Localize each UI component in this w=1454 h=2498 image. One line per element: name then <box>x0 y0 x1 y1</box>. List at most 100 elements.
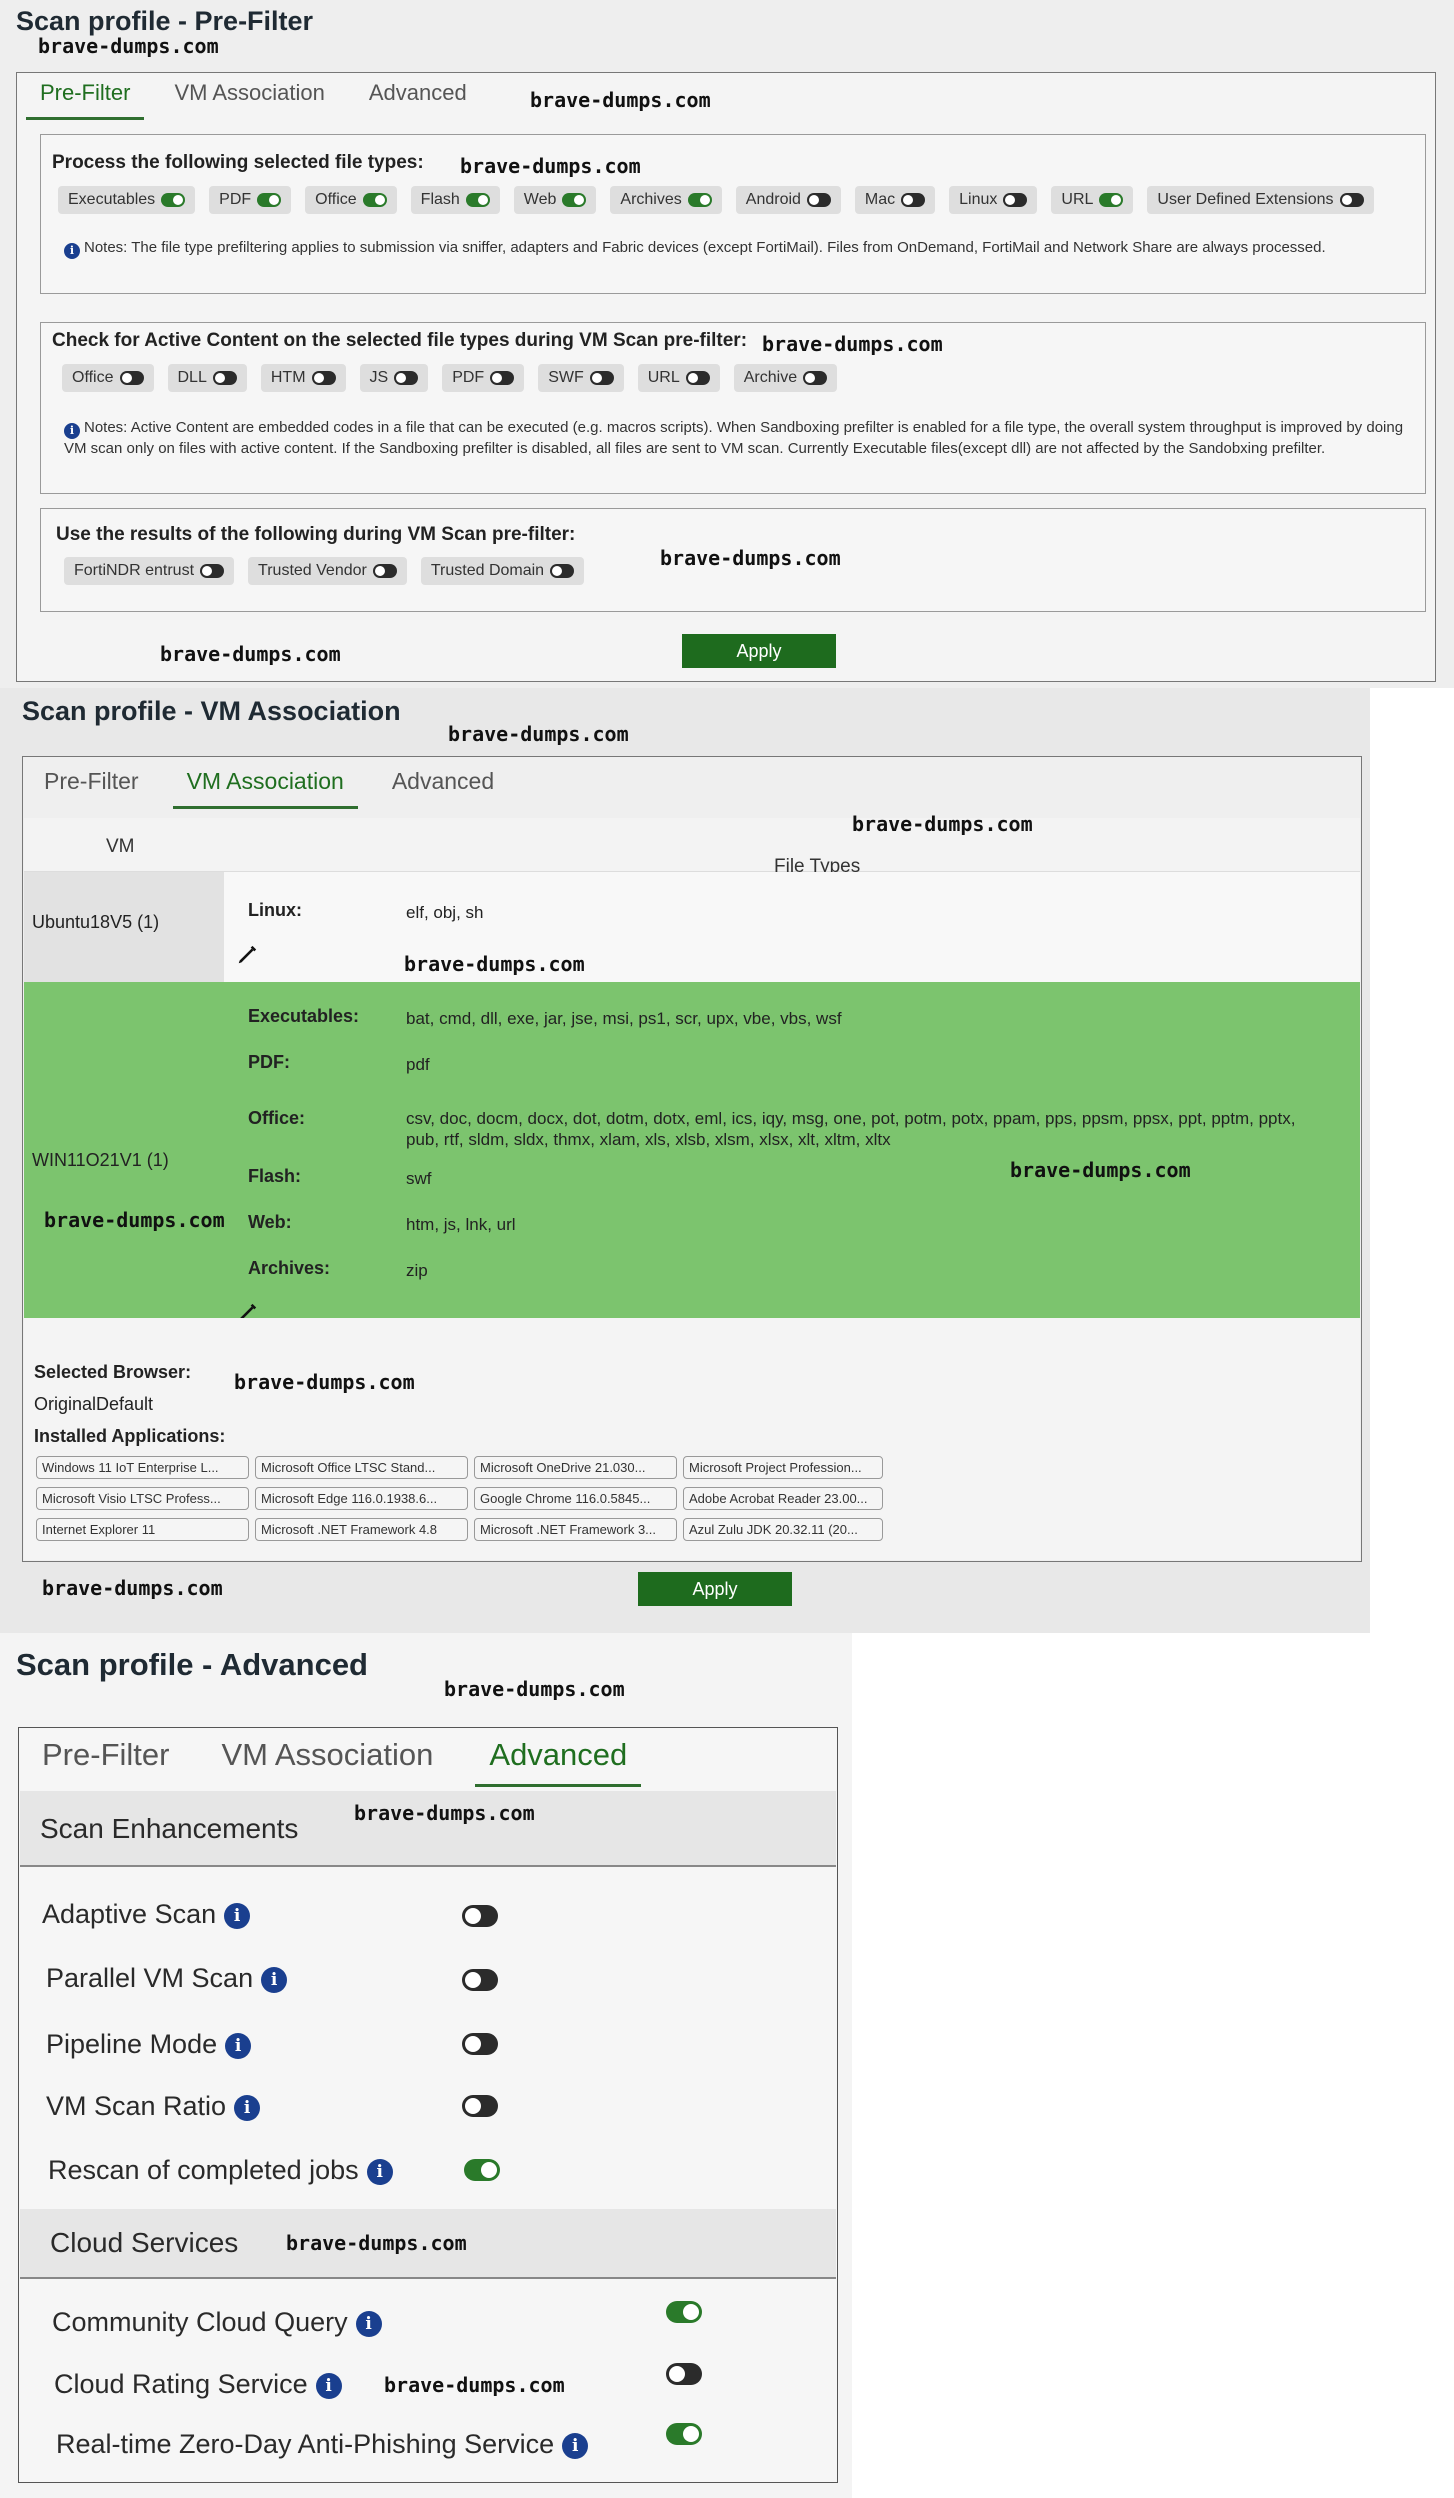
installed-app-item: Google Chrome 116.0.5845... <box>474 1487 677 1510</box>
toggle-office[interactable]: Office <box>62 364 154 392</box>
toggle-linux[interactable]: Linux <box>949 186 1038 214</box>
toggle-switch-icon[interactable] <box>362 193 387 207</box>
watermark: brave-dumps.com <box>852 812 1033 836</box>
toggle-fortindr-entrust[interactable]: FortiNDR entrust <box>64 557 235 585</box>
vm-table-header <box>24 818 1360 872</box>
adaptive-scan-label: Adaptive Scan i <box>42 1899 251 1930</box>
apply-button[interactable]: Apply <box>682 634 836 668</box>
adaptive-scan-toggle[interactable] <box>462 1905 498 1927</box>
tab-advanced[interactable]: Advanced <box>392 768 494 795</box>
toggle-flash[interactable]: Flash <box>410 186 500 214</box>
tab-vm-association[interactable]: VM Association <box>174 80 324 106</box>
watermark: brave-dumps.com <box>444 1677 625 1701</box>
toggle-switch-icon[interactable] <box>1099 193 1124 207</box>
toggle-mac[interactable]: Mac <box>854 186 936 214</box>
cloud-rating-service-toggle[interactable] <box>666 2363 702 2385</box>
toggle-switch-icon[interactable] <box>212 371 237 385</box>
watermark: brave-dumps.com <box>448 722 629 746</box>
apply-button[interactable]: Apply <box>638 1572 792 1606</box>
toggle-archive[interactable]: Archive <box>733 364 838 392</box>
tab-pre-filter[interactable]: Pre-Filter <box>25 80 145 120</box>
toggle-label: Archive <box>743 369 798 386</box>
toggle-switch-icon[interactable] <box>394 371 419 385</box>
toggle-executables[interactable]: Executables <box>58 186 196 214</box>
toggle-switch-icon[interactable] <box>685 371 710 385</box>
rescan-completed-jobs-toggle[interactable] <box>464 2159 500 2181</box>
toggle-url[interactable]: URL <box>637 364 720 392</box>
toggle-web[interactable]: Web <box>513 186 597 214</box>
toggle-switch-icon[interactable] <box>490 371 515 385</box>
toggle-switch-icon[interactable] <box>1003 193 1028 207</box>
toggle-switch-icon[interactable] <box>465 193 490 207</box>
community-cloud-query-toggle[interactable] <box>666 2301 702 2323</box>
vm-column-header: VM <box>106 836 135 857</box>
toggle-swf[interactable]: SWF <box>538 364 624 392</box>
file-type-label: Archives: <box>248 1258 331 1278</box>
toggle-htm[interactable]: HTM <box>260 364 346 392</box>
toggle-switch-icon[interactable] <box>119 371 144 385</box>
tab-vm-association[interactable]: VM Association <box>221 1737 433 1773</box>
toggle-switch-icon[interactable] <box>161 193 186 207</box>
watermark: brave-dumps.com <box>530 88 711 112</box>
vm-results-title: Use the results of the following during … <box>56 524 576 545</box>
info-icon: i <box>64 422 80 439</box>
info-icon[interactable]: i <box>261 1967 288 1993</box>
info-icon[interactable]: i <box>355 2311 382 2337</box>
toggle-js[interactable]: JS <box>359 364 429 392</box>
toggle-archives[interactable]: Archives <box>610 186 722 214</box>
toggle-switch-icon[interactable] <box>589 371 614 385</box>
installed-app-item: Azul Zulu JDK 20.32.11 (20... <box>683 1518 883 1541</box>
tab-advanced[interactable]: Advanced <box>369 80 467 106</box>
tab-pre-filter[interactable]: Pre-Filter <box>44 768 139 795</box>
toggle-user-defined-extensions[interactable]: User Defined Extensions <box>1147 186 1374 214</box>
watermark: brave-dumps.com <box>42 1576 223 1600</box>
parallel-vm-scan-toggle[interactable] <box>462 1969 498 1991</box>
pipeline-mode-toggle[interactable] <box>462 2033 498 2055</box>
info-icon[interactable]: i <box>366 2159 393 2185</box>
toggle-switch-icon[interactable] <box>200 564 225 578</box>
toggle-switch-icon[interactable] <box>806 193 831 207</box>
info-icon[interactable]: i <box>315 2373 342 2399</box>
file-type-value: csv, doc, docm, docx, dot, dotm, dotx, e… <box>406 1109 1296 1149</box>
toggle-label: Executables <box>68 191 156 208</box>
toggle-switch-icon[interactable] <box>687 193 712 207</box>
watermark: brave-dumps.com <box>44 1208 225 1232</box>
toggle-switch-icon[interactable] <box>257 193 282 207</box>
file-types-note: i Notes: The file type prefiltering appli… <box>64 238 1404 259</box>
watermark: brave-dumps.com <box>404 952 585 976</box>
toggle-dll[interactable]: DLL <box>167 364 247 392</box>
info-icon[interactable]: i <box>224 1903 251 1929</box>
file-types-note-text: Notes: The file type prefiltering applie… <box>84 239 1326 256</box>
zero-day-anti-phishing-label: Real-time Zero-Day Anti-Phishing Service… <box>56 2429 589 2460</box>
toggle-pdf[interactable]: PDF <box>209 186 292 214</box>
vm-scan-ratio-toggle[interactable] <box>462 2095 498 2117</box>
toggle-switch-icon[interactable] <box>562 193 587 207</box>
toggle-url[interactable]: URL <box>1051 186 1134 214</box>
vm-results-toggles: FortiNDR entrust Trusted Vendor Trusted Do… <box>64 557 585 585</box>
toggle-trusted-domain[interactable]: Trusted Domain <box>420 557 585 585</box>
toggle-label: PDF <box>452 369 485 386</box>
toggle-switch-icon[interactable] <box>372 564 397 578</box>
toggle-switch-icon[interactable] <box>803 371 828 385</box>
toggle-trusted-vendor[interactable]: Trusted Vendor <box>248 557 407 585</box>
toggle-switch-icon[interactable] <box>901 193 926 207</box>
toggle-switch-icon[interactable] <box>1339 193 1364 207</box>
toggle-switch-icon[interactable] <box>550 564 575 578</box>
tab-advanced[interactable]: Advanced <box>475 1737 642 1787</box>
active-content-note: i Notes: Active Content are embedded code… <box>64 418 1424 458</box>
info-icon[interactable]: i <box>234 2095 261 2121</box>
toggle-label: SWF <box>548 369 584 386</box>
info-icon[interactable]: i <box>225 2033 252 2059</box>
installed-app-item: Adobe Acrobat Reader 23.00... <box>683 1487 883 1510</box>
tab-vm-association[interactable]: VM Association <box>172 768 359 809</box>
toggle-pdf[interactable]: PDF <box>442 364 525 392</box>
info-icon[interactable]: i <box>562 2433 589 2459</box>
tab-pre-filter[interactable]: Pre-Filter <box>42 1737 169 1773</box>
edit-pencil-icon[interactable] <box>236 944 258 966</box>
toggle-switch-icon[interactable] <box>311 371 336 385</box>
toggle-label: URL <box>647 369 680 386</box>
toggle-android[interactable]: Android <box>735 186 841 214</box>
zero-day-anti-phishing-toggle[interactable] <box>666 2423 702 2445</box>
watermark: brave-dumps.com <box>234 1370 415 1394</box>
toggle-office[interactable]: Office <box>305 186 397 214</box>
